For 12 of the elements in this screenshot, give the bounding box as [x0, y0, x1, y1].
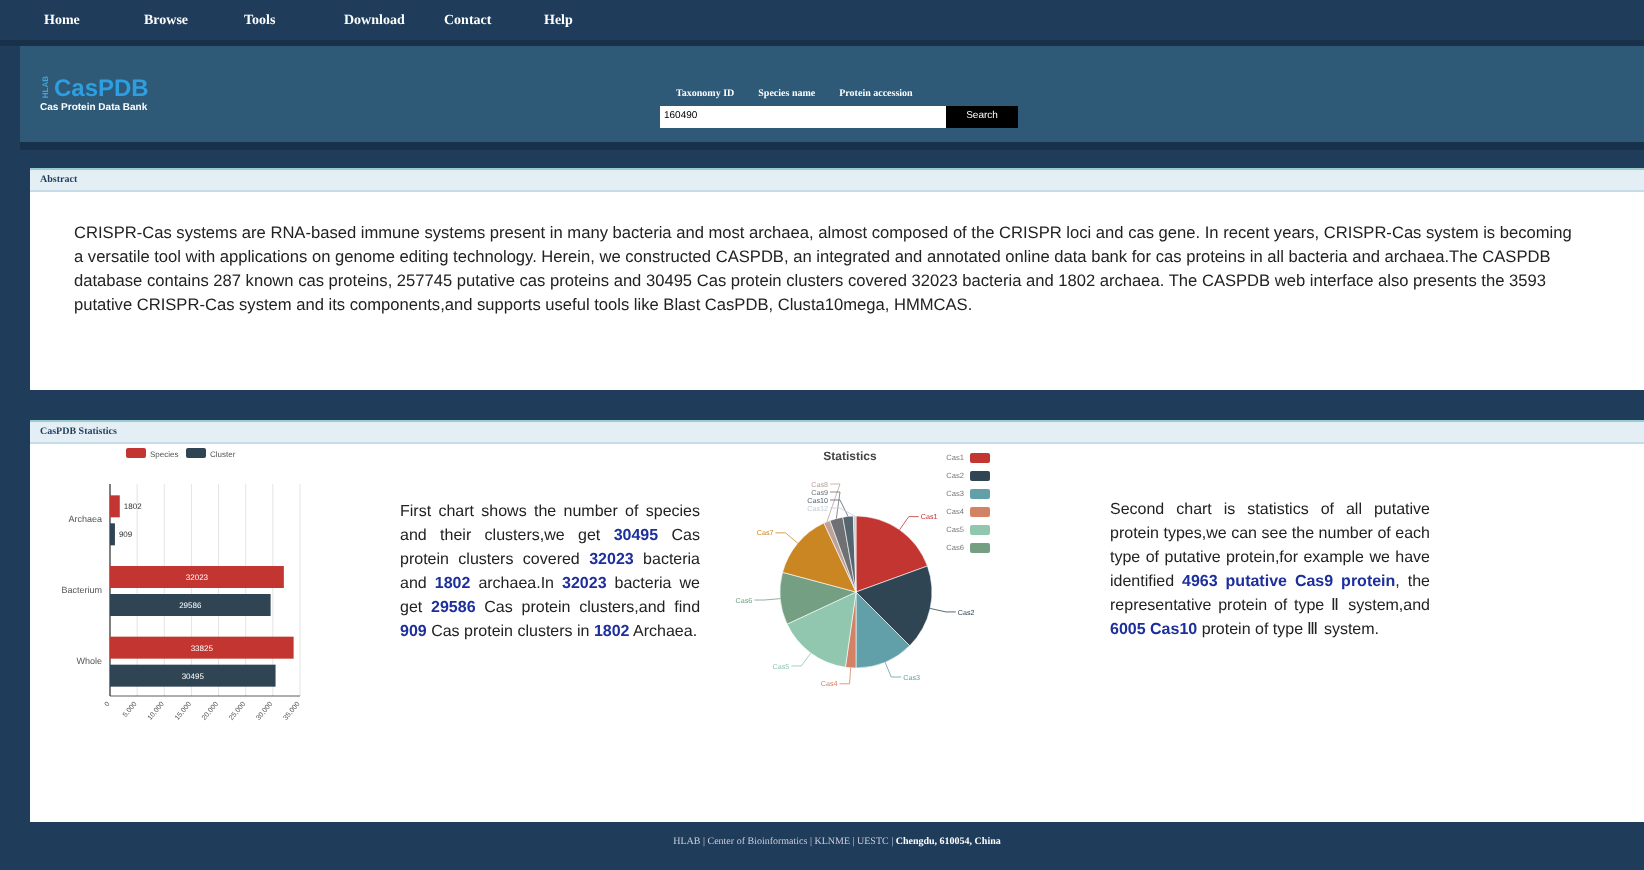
leader-line [929, 608, 957, 613]
bar [110, 495, 120, 518]
leader-line [839, 667, 852, 685]
leader-line [790, 652, 812, 667]
chart-description: Second chart is statistics of all putative protein types,we can see the number of each type of putative protein,for example we have identified 4963 putative Cas9 protein, the representative protein of type Ⅱ system,and 6005 Cas10 protein of type Ⅲ system. [1110, 498, 1430, 642]
bar [110, 523, 115, 546]
leader-line [775, 532, 799, 544]
leader-line [884, 661, 902, 678]
abstract-text: CRISPR-Cas systems are RNA-based immune systems present in many bacteria and most archaea, almost composed of the CRISPR loci and cas gene. In recent years, CRISPR-Cas system is becoming a versatile tool with applications on genome editing technology. Herein, we constructed CASPDB, an integrated and annotated online data bank for cas proteins in all bacteria and archaea.The CASPDB database contains 287 known cas proteins, 257745 putative cas proteins and 30495 Cas protein clusters covered 32023 bacteria and 1802 archaea. The CASPDB web interface also presents the 3593 putative CRISPR-Cas system and its components,and supports useful tools like Blast CasPDB, Clusta10mega, HMMCAS. [72, 220, 1574, 316]
chart-description: First chart shows the number of species and their clusters,we get 30495 Cas protein clusters covered 32023 bacteria and 1802 archaea.In 32023 bacteria we get 29586 Cas protein clusters,and find 909 Cas protein clusters in 1802 Archaea. [400, 500, 700, 644]
leader-line [899, 516, 920, 531]
leader-line [753, 598, 781, 601]
